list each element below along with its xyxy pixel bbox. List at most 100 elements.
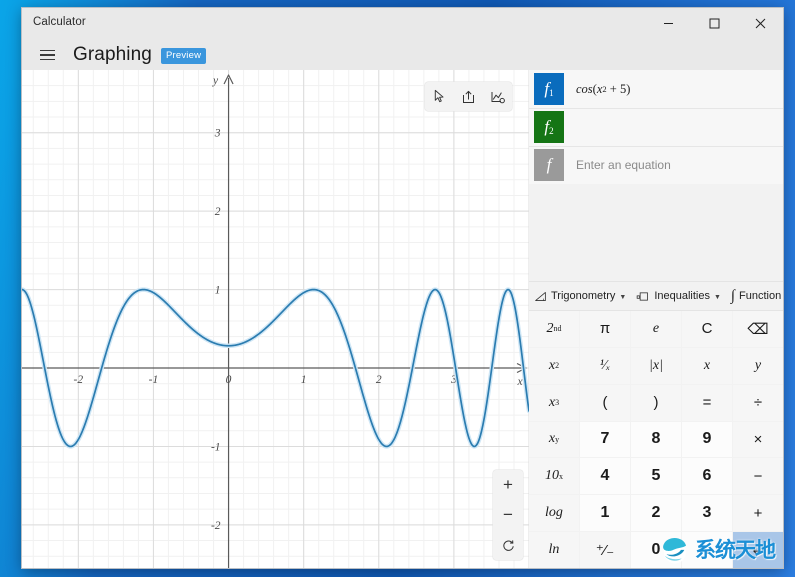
trigonometry-label: Trigonometry — [551, 290, 616, 302]
key-1[interactable]: 1 — [580, 495, 630, 532]
keypad: 2nd π e C ⌫ x 2 ¹⁄ₓ |x| x y x 3() = ÷ x y 7 8 9 × 10 x 4 5 6− log 1… — [529, 311, 783, 568]
inequalities-icon — [637, 291, 649, 301]
key-9[interactable]: 9 — [682, 421, 732, 458]
equation-input-f1[interactable]: cos(x 2 + 5) — [564, 70, 783, 108]
equation-tile-new[interactable]: f — [534, 149, 564, 181]
window-controls — [645, 8, 783, 39]
key-superscript: x — [559, 471, 563, 481]
close-icon — [755, 18, 765, 29]
key-equals[interactable]: = — [682, 384, 732, 421]
key-x-squared[interactable]: x2 — [529, 347, 579, 384]
equation-tile-f2[interactable]: f2 — [534, 111, 564, 143]
key-y[interactable]: y — [733, 347, 783, 384]
svg-text:y: y — [212, 75, 219, 87]
key-x-power-y[interactable]: xy — [529, 421, 579, 458]
function-bar: Trigonometry ▼ Inequalities ▼ ∫ Function — [529, 281, 783, 311]
preview-badge: Preview — [160, 48, 207, 64]
minimize-button[interactable] — [645, 8, 691, 39]
calculator-window: Calculator Graphing Preview -2 -1 0 1 2 … — [22, 8, 783, 568]
key-7[interactable]: 7 — [580, 421, 630, 458]
key-8[interactable]: 8 — [631, 421, 681, 458]
key-clear[interactable]: C — [682, 311, 732, 347]
trigonometry-menu[interactable]: Trigonometry ▼ — [529, 281, 631, 311]
share-icon — [462, 90, 474, 103]
key-open-paren[interactable]: ( — [580, 384, 630, 421]
svg-text:-2: -2 — [211, 520, 221, 532]
key-x[interactable]: x — [682, 347, 732, 384]
key-4[interactable]: 4 — [580, 458, 630, 495]
pointer-tool-button[interactable] — [425, 82, 454, 111]
equation-input-f2[interactable] — [564, 108, 783, 146]
key-sign[interactable]: ⁺⁄₋ — [580, 532, 630, 568]
svg-text:-1: -1 — [149, 374, 159, 386]
svg-text:2: 2 — [376, 374, 382, 386]
graph-settings-button[interactable] — [483, 82, 512, 111]
function-icon: ∫ — [730, 287, 736, 304]
key-label: 2 — [546, 320, 554, 336]
equation-row[interactable]: f2 — [529, 108, 783, 146]
equation-tile-f1[interactable]: f1 — [534, 73, 564, 105]
maximize-icon — [709, 18, 719, 29]
header-bar: Graphing Preview — [22, 40, 783, 70]
key-label: 10 — [545, 468, 559, 484]
key-ten-power-x[interactable]: 10 x — [529, 458, 579, 495]
key-log[interactable]: log — [529, 495, 579, 532]
svg-text:1: 1 — [215, 285, 221, 297]
zoom-controls: + − — [493, 470, 523, 560]
key-abs[interactable]: |x| — [631, 347, 681, 384]
inequalities-menu[interactable]: Inequalities ▼ — [631, 281, 726, 311]
key-subtract[interactable]: − — [733, 458, 783, 495]
equation-row[interactable]: f1 cos(x 2 + 5) — [529, 70, 783, 108]
function-menu[interactable]: ∫ Function — [726, 281, 783, 311]
cursor-arrow-icon — [434, 89, 444, 103]
close-button[interactable] — [737, 8, 783, 39]
key-divide[interactable]: ÷ — [733, 384, 783, 421]
title-bar: Calculator — [22, 8, 783, 40]
graph-settings-icon — [491, 91, 505, 103]
zoom-in-button[interactable]: + — [493, 470, 523, 500]
svg-text:0: 0 — [226, 374, 232, 386]
key-decimal[interactable]: . — [682, 532, 732, 568]
equation-tile-index: 2 — [549, 126, 554, 136]
svg-text:x: x — [516, 376, 523, 388]
maximize-button[interactable] — [691, 8, 737, 39]
equation-list: f1 cos(x 2 + 5) f2 f Enter an equation — [529, 70, 783, 184]
reset-view-button[interactable] — [493, 530, 523, 560]
key-add[interactable]: + — [733, 495, 783, 532]
key-x-cubed[interactable]: x3 — [529, 384, 579, 421]
key-superscript: 2 — [555, 361, 560, 371]
zoom-out-button[interactable]: − — [493, 500, 523, 530]
key-backspace[interactable]: ⌫ — [733, 311, 783, 347]
key-e[interactable]: e — [631, 311, 681, 347]
key-6[interactable]: 6 — [682, 458, 732, 495]
key-3[interactable]: 3 — [682, 495, 732, 532]
key-multiply[interactable]: × — [733, 421, 783, 458]
equation-panel: f1 cos(x 2 + 5) f2 f Enter an equation T… — [529, 70, 783, 568]
equation-input-new[interactable]: Enter an equation — [564, 146, 783, 184]
svg-text:2: 2 — [215, 206, 221, 218]
key-ln[interactable]: ln — [529, 532, 579, 568]
graph-toolbar — [425, 82, 512, 111]
svg-text:1: 1 — [301, 374, 307, 386]
equation-row[interactable]: f Enter an equation — [529, 146, 783, 184]
svg-text:-2: -2 — [74, 374, 84, 386]
key-close-paren[interactable]: ) — [631, 384, 681, 421]
inequalities-label: Inequalities — [654, 290, 710, 302]
key-5[interactable]: 5 — [631, 458, 681, 495]
key-0[interactable]: 0 — [631, 532, 681, 568]
key-second[interactable]: 2nd — [529, 311, 579, 347]
graph-canvas[interactable]: -2 -1 0 1 2 3 -2 -1 1 2 3 y x + − — [22, 70, 529, 568]
key-2[interactable]: 2 — [631, 495, 681, 532]
page-title: Graphing — [73, 44, 152, 65]
share-tool-button[interactable] — [454, 82, 483, 111]
key-superscript: 3 — [555, 398, 560, 408]
hamburger-icon[interactable] — [30, 41, 64, 69]
trig-icon — [535, 291, 546, 301]
key-pi[interactable]: π — [580, 311, 630, 347]
key-superscript: nd — [553, 324, 562, 334]
minimize-icon — [663, 23, 673, 24]
chevron-down-icon: ▼ — [619, 293, 627, 301]
key-reciprocal[interactable]: ¹⁄ₓ — [580, 347, 630, 384]
key-enter[interactable]: ↵ — [733, 532, 783, 568]
chevron-down-icon: ▼ — [713, 293, 721, 301]
